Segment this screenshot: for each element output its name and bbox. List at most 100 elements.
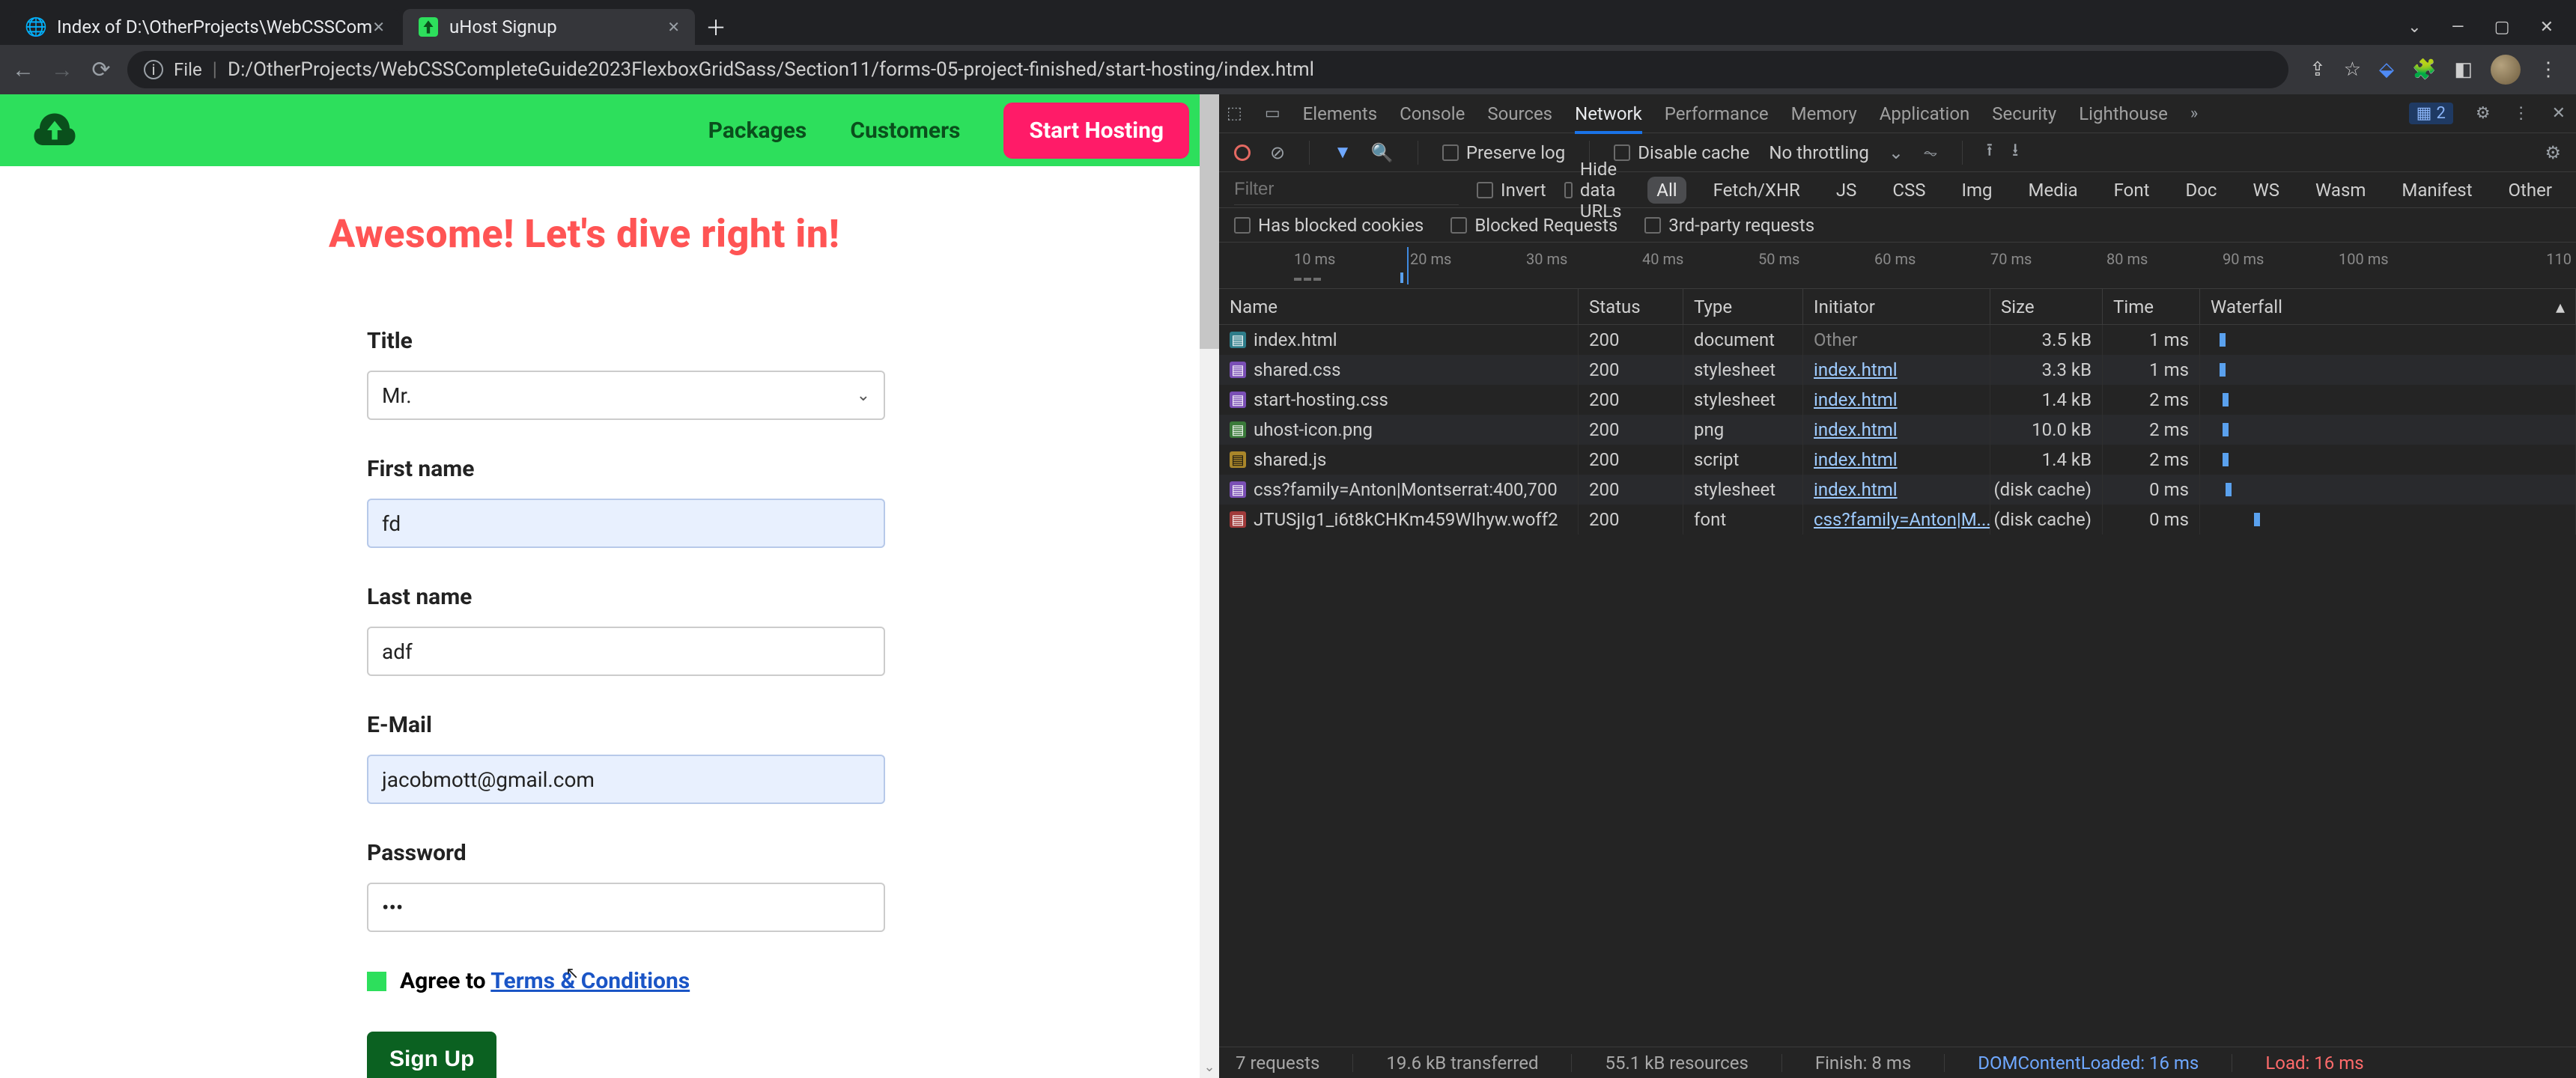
inspect-icon[interactable]: ⬚ [1227,104,1242,123]
profile-avatar[interactable] [2491,55,2521,85]
clear-button[interactable]: ⊘ [1270,142,1285,163]
menu-icon[interactable]: ⋮ [2539,58,2558,81]
network-row[interactable]: ▤JTUSjIg1_i6t8kCHKm459WIhyw.woff2200font… [1219,505,2576,535]
network-row[interactable]: ▤index.html200documentOther3.5 kB1 ms [1219,325,2576,355]
network-row[interactable]: ▤start-hosting.css200stylesheetindex.htm… [1219,385,2576,415]
devtools-tab-network[interactable]: Network [1575,103,1642,124]
throttling-select[interactable]: No throttling [1769,142,1869,163]
forward-button[interactable]: → [49,57,75,83]
filter-pill-media[interactable]: Media [2020,177,2087,204]
devtools-tab-performance[interactable]: Performance [1665,103,1769,124]
network-row[interactable]: ▤css?family=Anton|Montserrat:400,700200s… [1219,475,2576,505]
col-type[interactable]: Type [1683,289,1803,324]
filter-pill-img[interactable]: Img [1952,177,2001,204]
close-devtools-icon[interactable]: ✕ [2552,104,2566,123]
col-status[interactable]: Status [1579,289,1683,324]
filter-pill-all[interactable]: All [1647,177,1686,204]
share-icon[interactable]: ⇪ [2309,58,2326,81]
search-icon[interactable]: 🔍 [1371,142,1394,163]
cell-initiator[interactable]: css?family=Anton|M... [1803,505,1990,535]
site-info-icon[interactable]: i [144,60,163,79]
input-first-name[interactable]: fd [367,499,885,548]
network-row[interactable]: ▤uhost-icon.png200pngindex.html10.0 kB2 … [1219,415,2576,445]
devtools-tab-elements[interactable]: Elements [1303,103,1377,124]
close-icon[interactable]: ✕ [372,18,385,36]
filter-pill-font[interactable]: Font [2105,177,2159,204]
blocked-cookies-checkbox[interactable]: Has blocked cookies [1234,215,1424,236]
download-icon[interactable]: ⭳ [2012,137,2018,168]
input-last-name[interactable]: adf [367,627,885,676]
back-button[interactable]: ← [10,57,36,83]
extensions-icon[interactable]: 🧩 [2412,58,2436,81]
blocked-requests-checkbox[interactable]: Blocked Requests [1450,215,1617,236]
network-row[interactable]: ▤shared.js200scriptindex.html1.4 kB2 ms [1219,445,2576,475]
third-party-checkbox[interactable]: 3rd-party requests [1644,215,1814,236]
nav-link-packages[interactable]: Packages [708,118,807,144]
site-logo[interactable] [30,106,79,155]
page-scrollbar[interactable]: ⌄ [1200,94,1219,1078]
gear-icon[interactable]: ⚙ [2476,104,2491,123]
terms-link[interactable]: Terms & Conditions [490,968,690,994]
filter-icon[interactable]: ▼ [1334,141,1352,163]
browser-tab-active[interactable]: uHost Signup ✕ [403,9,695,45]
upload-icon[interactable]: ⭱ [1987,137,1993,168]
devtools-tab-memory[interactable]: Memory [1791,103,1857,124]
new-tab-button[interactable]: ＋ [698,9,734,45]
devtools-tab-lighthouse[interactable]: Lighthouse [2079,103,2168,124]
col-waterfall[interactable]: Waterfall▴ [2200,289,2576,324]
nav-cta-start-hosting[interactable]: Start Hosting [1003,103,1189,159]
filter-pill-js[interactable]: JS [1827,177,1866,204]
browser-tab-inactive[interactable]: 🌐 Index of D:\OtherProjects\WebCSSCom ✕ [10,9,400,45]
filter-pill-other[interactable]: Other [2500,177,2561,204]
filter-pill-ws[interactable]: WS [2244,177,2288,204]
url-input[interactable]: i File | D:/OtherProjects/WebCSSComplete… [127,51,2288,88]
input-password[interactable]: ••• [367,883,885,932]
cell-initiator[interactable]: index.html [1803,355,1990,385]
reload-button[interactable]: ⟳ [88,57,114,83]
signup-button[interactable]: Sign Up [367,1032,496,1078]
filter-input[interactable] [1234,174,1459,205]
scrollbar-thumb[interactable] [1200,94,1219,349]
devtools-tab-application[interactable]: Application [1880,103,1970,124]
close-icon[interactable]: ✕ [667,18,680,36]
issues-badge[interactable]: ▦ 2 [2409,103,2453,124]
maximize-icon[interactable]: ▢ [2494,18,2510,37]
cell-initiator[interactable]: index.html [1803,475,1990,505]
scroll-down-icon[interactable]: ⌄ [1200,1059,1219,1075]
network-timeline[interactable]: 10 ms 20 ms 30 ms 40 ms 50 ms 60 ms 70 m… [1219,243,2576,289]
bookmark-icon[interactable]: ☆ [2344,58,2361,81]
chevron-right-icon[interactable]: » [2190,104,2198,123]
select-title[interactable]: Mr. ⌄ [367,371,885,420]
filter-pill-manifest[interactable]: Manifest [2393,177,2481,204]
close-window-icon[interactable]: ✕ [2540,18,2554,37]
filter-pill-fetchxhr[interactable]: Fetch/XHR [1704,177,1809,204]
devtools-tab-console[interactable]: Console [1400,103,1465,124]
col-size[interactable]: Size [1990,289,2103,324]
devtools-tab-sources[interactable]: Sources [1487,103,1552,124]
col-time[interactable]: Time [2103,289,2200,324]
filter-pill-css[interactable]: CSS [1883,177,1934,204]
menu-icon[interactable]: ⋮ [2513,104,2530,123]
record-button[interactable] [1234,144,1251,161]
chevron-down-icon[interactable]: ⌄ [2408,18,2421,37]
filter-pill-wasm[interactable]: Wasm [2306,177,2375,204]
devtools-tab-security[interactable]: Security [1992,103,2056,124]
disable-cache-checkbox[interactable]: Disable cache [1614,142,1749,163]
minimize-icon[interactable]: — [2452,18,2464,37]
cell-initiator[interactable]: index.html [1803,445,1990,475]
input-email[interactable]: jacobmott@gmail.com [367,755,885,804]
col-name[interactable]: Name [1219,289,1579,324]
device-toolbar-icon[interactable]: ▭ [1265,104,1281,123]
sidepanel-icon[interactable]: ◧ [2454,58,2473,81]
invert-checkbox[interactable]: Invert [1477,180,1546,201]
wifi-icon[interactable]: ⏦ [1923,142,1938,163]
preserve-log-checkbox[interactable]: Preserve log [1442,142,1565,163]
network-row[interactable]: ▤shared.css200stylesheetindex.html3.3 kB… [1219,355,2576,385]
checkbox-agree[interactable] [367,972,386,991]
cell-initiator[interactable]: index.html [1803,415,1990,445]
extension-icon[interactable]: ⬙ [2379,58,2394,81]
cell-initiator[interactable]: index.html [1803,385,1990,415]
chevron-down-icon[interactable]: ⌄ [1889,142,1904,163]
gear-icon[interactable]: ⚙ [2545,142,2561,163]
nav-link-customers[interactable]: Customers [850,118,960,144]
